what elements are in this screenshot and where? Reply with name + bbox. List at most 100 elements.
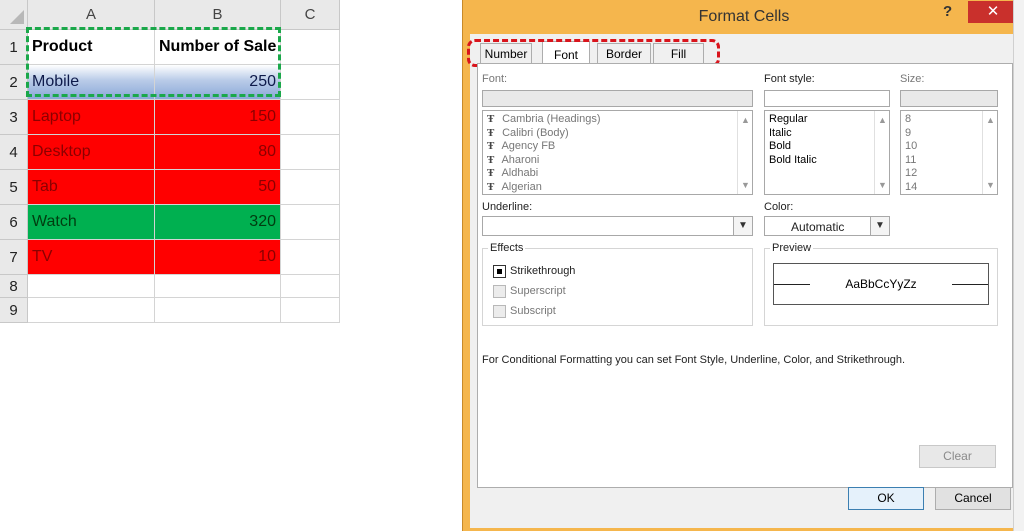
chevron-up-icon[interactable]: ▲ xyxy=(875,113,889,127)
row-header-9[interactable]: 9 xyxy=(0,298,28,323)
cancel-button[interactable]: Cancel xyxy=(935,487,1011,510)
subscript-checkbox[interactable] xyxy=(493,305,506,318)
table-row xyxy=(28,275,340,298)
cell-c6[interactable] xyxy=(281,205,340,240)
cell-c7[interactable] xyxy=(281,240,340,275)
cell-c3[interactable] xyxy=(281,100,340,135)
cell-a9[interactable] xyxy=(28,298,155,323)
cell-a8[interactable] xyxy=(28,275,155,298)
cell-a7[interactable]: TV xyxy=(28,240,155,275)
clear-button[interactable]: Clear xyxy=(919,445,996,468)
font-style-list[interactable]: Regular Italic Bold Bold Italic ▲ ▼ xyxy=(764,110,890,195)
font-label: Font: xyxy=(482,73,508,85)
list-item[interactable]: Bold Italic xyxy=(769,154,889,168)
cell-b7[interactable]: 10 xyxy=(155,240,281,275)
row-header-1[interactable]: 1 xyxy=(0,30,28,65)
list-item[interactable]: Ŧ Cambria (Headings) xyxy=(487,113,752,127)
subscript-label[interactable]: Subscript xyxy=(510,305,556,317)
row-header-6[interactable]: 6 xyxy=(0,205,28,240)
cell-b9[interactable] xyxy=(155,298,281,323)
list-item[interactable]: Italic xyxy=(769,127,889,141)
color-value: Automatic xyxy=(791,220,845,234)
size-list-scrollbar[interactable]: ▲ ▼ xyxy=(982,111,997,194)
table-row: Laptop 150 xyxy=(28,100,340,135)
cell-c1[interactable] xyxy=(281,30,340,65)
row-header-2[interactable]: 2 xyxy=(0,65,28,100)
select-all-corner[interactable] xyxy=(0,0,28,30)
list-item[interactable]: Ŧ Algerian xyxy=(487,181,752,195)
color-select[interactable]: Automatic ▼ xyxy=(764,216,890,236)
chevron-up-icon[interactable]: ▲ xyxy=(983,113,997,127)
underline-label: Underline: xyxy=(482,201,533,213)
chevron-down-icon[interactable]: ▼ xyxy=(983,178,997,192)
preview-label: Preview xyxy=(770,242,814,254)
cell-a6[interactable]: Watch xyxy=(28,205,155,240)
table-row: Watch 320 xyxy=(28,205,340,240)
conditional-formatting-note: For Conditional Formatting you can set F… xyxy=(482,354,906,366)
format-cells-dialog: Format Cells ? ✕ Number Font Border Fill… xyxy=(462,0,1024,531)
column-header-b[interactable]: B xyxy=(155,0,281,30)
help-icon[interactable]: ? xyxy=(943,3,952,20)
truetype-icon: Ŧ xyxy=(487,167,495,179)
superscript-label[interactable]: Superscript xyxy=(510,285,566,297)
font-list[interactable]: Ŧ Cambria (Headings) Ŧ Calibri (Body) Ŧ … xyxy=(482,110,753,195)
table-row xyxy=(28,298,340,323)
cell-b5[interactable]: 50 xyxy=(155,170,281,205)
spreadsheet: A B C 1 Product Number of Sale 2 Mobile … xyxy=(0,0,340,330)
cell-a5[interactable]: Tab xyxy=(28,170,155,205)
font-list-scrollbar[interactable]: ▲ ▼ xyxy=(737,111,752,194)
cell-b4[interactable]: 80 xyxy=(155,135,281,170)
list-item[interactable]: Ŧ Aharoni xyxy=(487,154,752,168)
cell-b3[interactable]: 150 xyxy=(155,100,281,135)
list-item[interactable]: Ŧ Aldhabi xyxy=(487,167,752,181)
superscript-checkbox[interactable] xyxy=(493,285,506,298)
font-style-label: Font style: xyxy=(764,73,815,85)
strikethrough-label[interactable]: Strikethrough xyxy=(510,265,575,277)
ok-button[interactable]: OK xyxy=(848,487,924,510)
size-label: Size: xyxy=(900,73,925,85)
row-header-8[interactable]: 8 xyxy=(0,275,28,298)
dialog-titlebar[interactable]: Format Cells ? ✕ xyxy=(463,0,1024,34)
list-item[interactable]: Ŧ Agency FB xyxy=(487,140,752,154)
truetype-icon: Ŧ xyxy=(487,153,495,166)
chevron-down-icon[interactable]: ▼ xyxy=(875,178,889,192)
corner-triangle-icon xyxy=(10,10,24,24)
row-header-7[interactable]: 7 xyxy=(0,240,28,275)
column-header-a[interactable]: A xyxy=(28,0,155,30)
chevron-down-icon[interactable]: ▼ xyxy=(733,217,752,235)
list-item[interactable]: Ŧ Calibri (Body) xyxy=(487,127,752,141)
row-header-3[interactable]: 3 xyxy=(0,100,28,135)
effects-group: Effects Strikethrough Superscript Subscr… xyxy=(482,242,753,326)
cell-b8[interactable] xyxy=(155,275,281,298)
dialog-body: Number Font Border Fill Font: Ŧ Cambria … xyxy=(467,34,1021,528)
chevron-up-icon[interactable]: ▲ xyxy=(738,113,752,127)
font-style-scrollbar[interactable]: ▲ ▼ xyxy=(874,111,889,194)
size-input[interactable] xyxy=(900,90,998,107)
table-row: Tab 50 xyxy=(28,170,340,205)
cell-c5[interactable] xyxy=(281,170,340,205)
strikethrough-checkbox[interactable] xyxy=(493,265,506,278)
cell-c9[interactable] xyxy=(281,298,340,323)
cell-a3[interactable]: Laptop xyxy=(28,100,155,135)
underline-select[interactable]: ▼ xyxy=(482,216,753,236)
size-list[interactable]: 8 9 10 11 12 14 ▲ ▼ xyxy=(900,110,998,195)
list-item[interactable]: Bold xyxy=(769,140,889,154)
chevron-down-icon[interactable]: ▼ xyxy=(738,178,752,192)
font-style-input[interactable] xyxy=(764,90,890,107)
cell-c8[interactable] xyxy=(281,275,340,298)
preview-text: AaBbCcYyZz xyxy=(845,277,917,291)
font-name-input[interactable] xyxy=(482,90,753,107)
effects-label: Effects xyxy=(488,242,526,254)
close-button[interactable]: ✕ xyxy=(968,1,1018,23)
row-header-5[interactable]: 5 xyxy=(0,170,28,205)
row-header-4[interactable]: 4 xyxy=(0,135,28,170)
cell-c2[interactable] xyxy=(281,65,340,100)
chevron-down-icon[interactable]: ▼ xyxy=(870,217,889,235)
cell-a4[interactable]: Desktop xyxy=(28,135,155,170)
list-item[interactable]: Regular xyxy=(769,113,889,127)
column-header-c[interactable]: C xyxy=(281,0,340,30)
cell-c4[interactable] xyxy=(281,135,340,170)
cell-b6[interactable]: 320 xyxy=(155,205,281,240)
background-sheet-edge xyxy=(1013,0,1024,531)
truetype-icon: Ŧ xyxy=(487,126,495,139)
